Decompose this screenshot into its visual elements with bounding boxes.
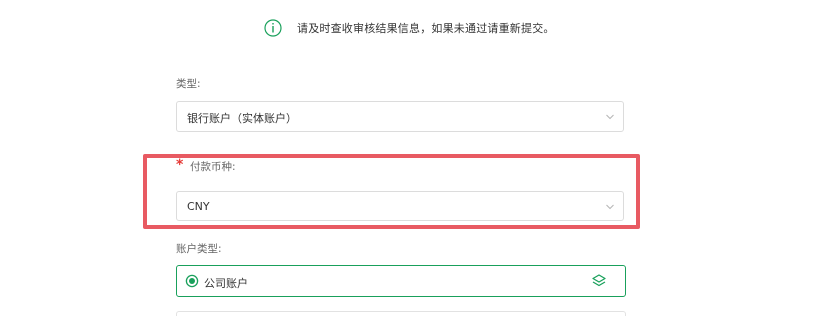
payment-account-form: 请及时查收审核结果信息，如果未通过请重新提交。 类型: 银行账户（实体账户） *… [0, 0, 820, 316]
account-type-label: 账户类型: [176, 243, 222, 255]
currency-select-value: CNY [187, 200, 210, 213]
next-field-partial [176, 311, 626, 316]
type-label: 类型: [176, 78, 201, 90]
type-select-value: 银行账户（实体账户） [187, 112, 297, 125]
radio-selected-icon[interactable] [185, 274, 199, 288]
layers-icon [592, 274, 606, 287]
type-select[interactable]: 银行账户（实体账户） [176, 101, 624, 132]
review-notice: 请及时查收审核结果信息，如果未通过请重新提交。 [264, 17, 555, 39]
account-type-option-label: 公司账户 [204, 277, 248, 290]
notice-text: 请及时查收审核结果信息，如果未通过请重新提交。 [297, 22, 555, 35]
chevron-down-icon [606, 204, 614, 210]
chevron-down-icon [606, 114, 614, 120]
info-icon [264, 19, 282, 37]
currency-label: 付款币种: [190, 161, 236, 173]
required-mark: * [176, 157, 184, 173]
currency-select[interactable]: CNY [176, 191, 624, 221]
account-type-option-company[interactable]: 公司账户 [176, 265, 626, 297]
